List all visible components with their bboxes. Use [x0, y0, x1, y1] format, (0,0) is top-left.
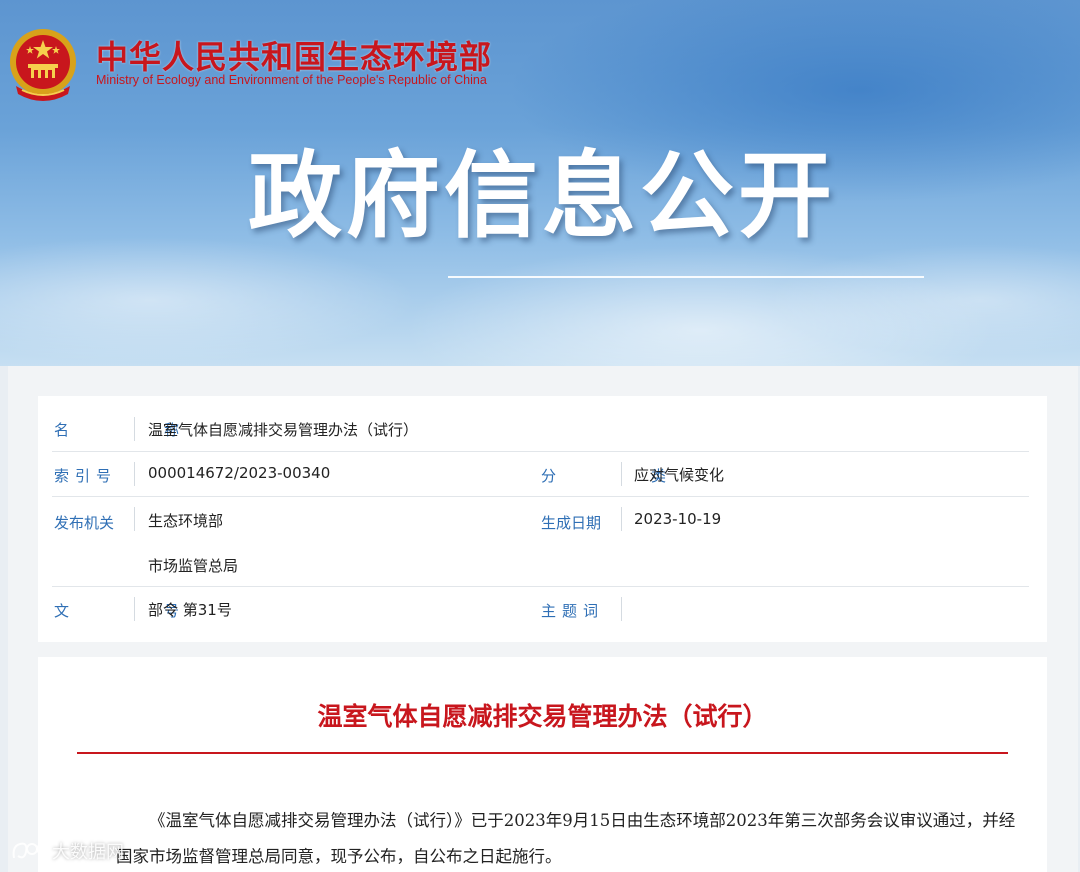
issuer-value-1: 生态环境部 [148, 512, 224, 530]
issuer-label: 发布机关 [54, 514, 115, 532]
document-paragraph: 《温室气体自愿减排交易管理办法（试行）》已于2023年9月15日由生态环境部20… [116, 811, 1016, 866]
document-title: 温室气体自愿减排交易管理办法（试行） [317, 702, 768, 731]
date-value: 2023-10-19 [634, 510, 722, 528]
divider [621, 462, 622, 486]
title-divider [77, 752, 1008, 754]
watermark: 大数据网 [10, 836, 124, 866]
divider [621, 597, 622, 621]
index-label: 索引号 [54, 467, 118, 485]
national-emblem-icon [10, 29, 76, 101]
divider [134, 597, 135, 621]
category-value: 应对气候变化 [634, 466, 725, 484]
metadata-row-docno: 文 号 部令 第31号 主题词 [52, 587, 1029, 633]
watermark-logo-icon [12, 842, 46, 859]
doc-number-value: 部令 第31号 [148, 601, 232, 619]
document-metadata-card: 名 称 温室气体自愿减排交易管理办法（试行） 索引号 000014672/202… [38, 396, 1047, 642]
issuer-value-2: 市场监管总局 [148, 557, 239, 575]
banner-underline [448, 276, 924, 278]
metadata-row-issuer: 发布机关 生态环境部 市场监管总局 生成日期 2023-10-19 [52, 497, 1029, 587]
divider [134, 507, 135, 531]
divider [134, 417, 135, 441]
banner-title: 政府信息公开 [248, 142, 837, 251]
metadata-row-name: 名 称 温室气体自愿减排交易管理办法（试行） [52, 406, 1029, 452]
watermark-text: 大数据网 [52, 842, 124, 863]
keywords-label: 主题词 [541, 602, 605, 620]
ministry-name-en[interactable]: Ministry of Ecology and Environment of t… [96, 73, 487, 87]
page-banner: 中华人民共和国生态环境部 Ministry of Ecology and Env… [0, 0, 1080, 366]
ministry-name-cn[interactable]: 中华人民共和国生态环境部 [96, 32, 492, 78]
date-label: 生成日期 [541, 514, 602, 532]
name-value: 温室气体自愿减排交易管理办法（试行） [148, 421, 419, 439]
document-body-card: 温室气体自愿减排交易管理办法（试行） 《温室气体自愿减排交易管理办法（试行）》已… [38, 657, 1047, 872]
index-value: 000014672/2023-00340 [148, 464, 331, 482]
divider [621, 507, 622, 531]
divider [134, 462, 135, 486]
metadata-row-index: 索引号 000014672/2023-00340 分 类 应对气候变化 [52, 452, 1029, 497]
